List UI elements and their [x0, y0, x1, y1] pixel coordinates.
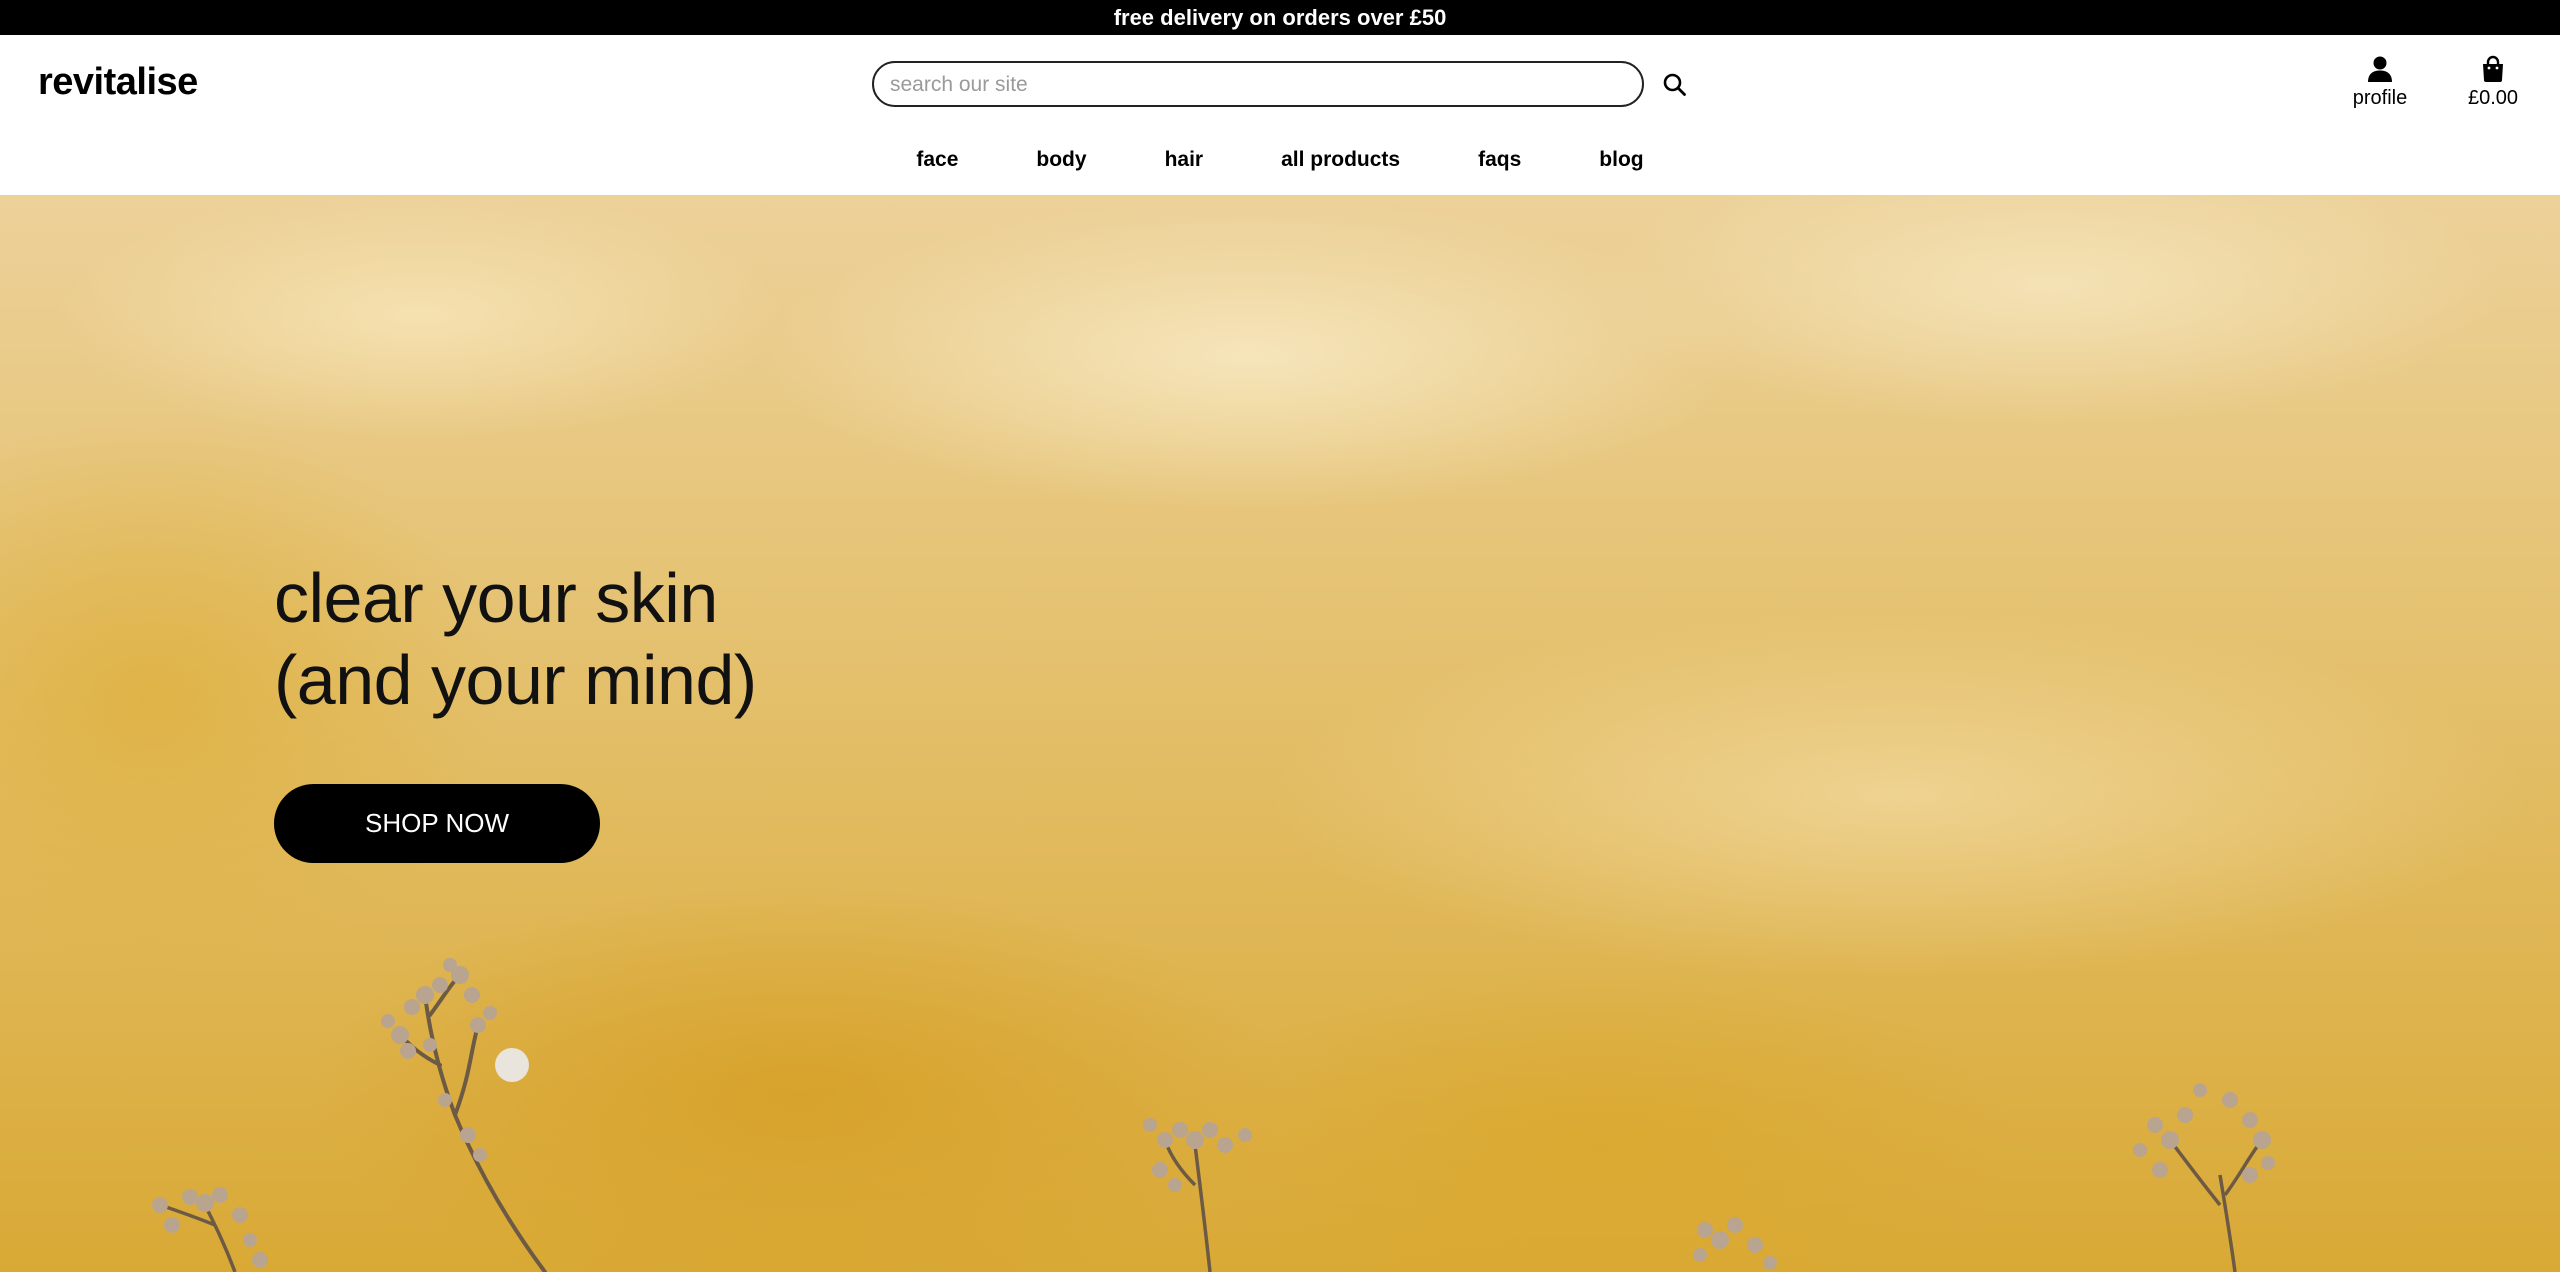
profile-label: profile	[2352, 87, 2408, 109]
search-button[interactable]	[1660, 70, 1690, 100]
person-icon	[2368, 56, 2392, 82]
search-input[interactable]	[888, 63, 1622, 107]
nav-item-face[interactable]: face	[877, 148, 997, 172]
nav-item-faqs[interactable]: faqs	[1439, 148, 1560, 172]
shop-now-button[interactable]: SHOP NOW	[274, 784, 600, 863]
hero-banner: clear your skin (and your mind) SHOP NOW	[0, 195, 2560, 1272]
shopping-bag-icon	[2483, 55, 2503, 82]
announcement-text: free delivery on orders over £50	[1113, 4, 1447, 30]
main-nav: face body hair all products faqs blog	[0, 140, 2560, 180]
search-icon	[1663, 73, 1686, 96]
nav-item-hair[interactable]: hair	[1126, 148, 1243, 172]
hero-title: clear your skin (and your mind)	[274, 557, 757, 721]
site-header: revitalise profile £0.00 face body hair …	[0, 35, 2560, 195]
dried-flowers-image	[152, 958, 2275, 1272]
shopping-bag-link[interactable]: £0.00	[2458, 55, 2528, 115]
brand-logo[interactable]: revitalise	[38, 61, 198, 104]
nav-item-all-products[interactable]: all products	[1242, 148, 1439, 172]
bag-total: £0.00	[2467, 87, 2519, 109]
profile-link[interactable]: profile	[2340, 55, 2420, 115]
announcement-bar: free delivery on orders over £50	[0, 0, 2560, 35]
nav-item-body[interactable]: body	[997, 148, 1125, 172]
hero-title-line2: (and your mind)	[274, 641, 757, 719]
nav-item-blog[interactable]: blog	[1560, 148, 1682, 172]
hero-title-line1: clear your skin	[274, 559, 718, 637]
search-box	[872, 61, 1644, 107]
